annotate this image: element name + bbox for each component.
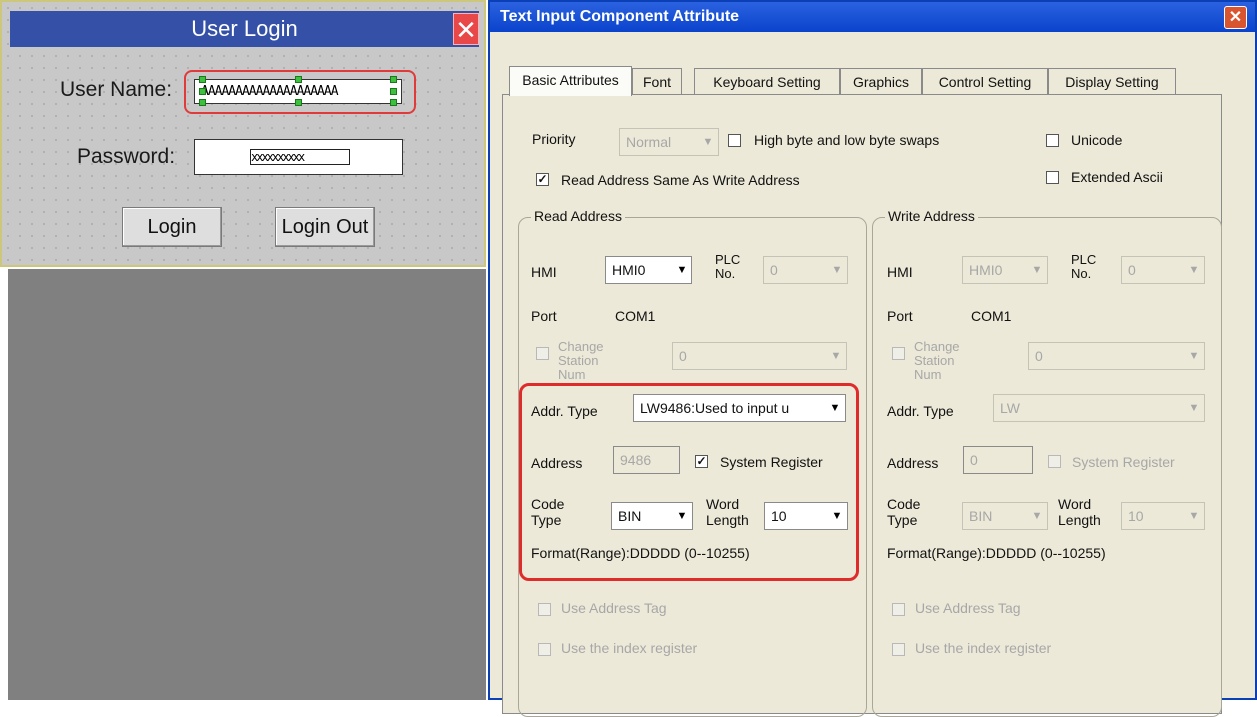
- write-port-label: Port: [887, 308, 913, 324]
- dialog-title: Text Input Component Attribute: [500, 8, 740, 25]
- resize-handle[interactable]: [199, 88, 206, 95]
- chevron-down-icon: ▼: [676, 264, 688, 276]
- dialog-titlebar: Text Input Component Attribute ✕: [490, 2, 1255, 32]
- password-label: Password:: [77, 145, 176, 168]
- write-word-length-value: 10: [1128, 508, 1144, 524]
- resize-handle[interactable]: [295, 76, 302, 83]
- read-use-index-label: Use the index register: [561, 640, 698, 656]
- login-titlebar: User Login ✕: [10, 11, 479, 47]
- read-plc-value: 0: [770, 262, 778, 278]
- unicode-label: Unicode: [1071, 132, 1123, 148]
- editor-canvas: User Login ✕ User Name: AAAAAAAAAAAAAAAA…: [0, 0, 486, 700]
- chevron-down-icon: ▼: [1188, 350, 1200, 362]
- write-address-label: Address: [887, 455, 939, 471]
- password-mask: xxxxxxxxxx: [250, 149, 350, 165]
- password-input[interactable]: xxxxxxxxxx: [194, 139, 403, 175]
- tab-keyboard-setting[interactable]: Keyboard Setting: [694, 68, 840, 94]
- close-icon[interactable]: ✕: [1224, 6, 1247, 29]
- resize-handle[interactable]: [390, 99, 397, 106]
- write-format-text: Format(Range):DDDDD (0--10255): [887, 545, 1106, 561]
- write-addr-type-select[interactable]: LW: [993, 394, 1205, 422]
- write-station-value: 0: [1035, 348, 1043, 364]
- username-label: User Name:: [60, 78, 173, 101]
- read-use-tag-checkbox[interactable]: [538, 603, 551, 616]
- write-station-select[interactable]: 0: [1028, 342, 1205, 370]
- chevron-down-icon: ▼: [831, 264, 843, 276]
- write-system-register-checkbox[interactable]: [1048, 455, 1061, 468]
- tab-control-setting[interactable]: Control Setting: [922, 68, 1048, 94]
- tab-graphics[interactable]: Graphics: [840, 68, 922, 94]
- write-hmi-value: HMI0: [969, 262, 1003, 278]
- read-station-value: 0: [679, 348, 687, 364]
- byte-swap-checkbox[interactable]: [728, 134, 741, 147]
- chevron-down-icon: ▼: [1188, 402, 1200, 414]
- read-plc-label: PLC No.: [715, 252, 741, 281]
- chevron-down-icon: ▼: [830, 350, 842, 362]
- read-same-checkbox[interactable]: ✓: [536, 173, 549, 186]
- extended-ascii-label: Extended Ascii: [1071, 169, 1163, 185]
- tab-display-setting[interactable]: Display Setting: [1048, 68, 1176, 94]
- read-same-label: Read Address Same As Write Address: [561, 172, 800, 188]
- write-code-type-value: BIN: [969, 508, 993, 524]
- chevron-down-icon: ▼: [1031, 264, 1043, 276]
- tab-font[interactable]: Font: [632, 68, 682, 94]
- read-hmi-value: HMI0: [612, 262, 646, 278]
- read-port-label: Port: [531, 308, 557, 324]
- unicode-checkbox[interactable]: [1046, 134, 1059, 147]
- resize-handle[interactable]: [390, 76, 397, 83]
- priority-label: Priority: [532, 131, 576, 147]
- close-icon[interactable]: ✕: [453, 13, 479, 45]
- write-change-station-checkbox[interactable]: [892, 347, 905, 360]
- chevron-down-icon: ▼: [702, 136, 714, 148]
- resize-handle[interactable]: [199, 76, 206, 83]
- resize-handle[interactable]: [390, 88, 397, 95]
- write-port-value: COM1: [971, 308, 1012, 324]
- read-address-title: Read Address: [531, 208, 625, 224]
- extended-ascii-checkbox[interactable]: [1046, 171, 1059, 184]
- write-hmi-label: HMI: [887, 264, 913, 280]
- read-hmi-label: HMI: [531, 264, 557, 280]
- chevron-down-icon: ▼: [1188, 264, 1200, 276]
- user-login-window: User Login ✕ User Name: AAAAAAAAAAAAAAAA…: [0, 0, 486, 267]
- write-use-tag-checkbox[interactable]: [892, 603, 905, 616]
- chevron-down-icon: ▼: [1031, 510, 1043, 522]
- resize-handle[interactable]: [199, 99, 206, 106]
- write-use-index-checkbox[interactable]: [892, 643, 905, 656]
- write-use-tag-label: Use Address Tag: [915, 600, 1021, 616]
- write-change-station-label: Change Station Num: [914, 339, 960, 382]
- tab-strip: Basic Attributes Font Keyboard Setting G…: [509, 66, 1199, 96]
- write-code-type-label: Code Type: [887, 496, 921, 528]
- write-system-register-label: System Register: [1072, 454, 1175, 470]
- write-use-index-label: Use the index register: [915, 640, 1052, 656]
- write-addr-type-value: LW: [1000, 400, 1020, 416]
- read-change-station-checkbox[interactable]: [536, 347, 549, 360]
- login-button[interactable]: Login: [122, 207, 222, 247]
- write-address-title: Write Address: [885, 208, 978, 224]
- read-port-value: COM1: [615, 308, 656, 324]
- chevron-down-icon: ▼: [1188, 510, 1200, 522]
- priority-value: Normal: [626, 134, 672, 150]
- write-plc-value: 0: [1128, 262, 1136, 278]
- canvas-background: [8, 269, 486, 700]
- resize-handle[interactable]: [295, 99, 302, 106]
- tab-basic-attributes[interactable]: Basic Attributes: [509, 66, 632, 96]
- write-address-input[interactable]: 0: [963, 446, 1033, 474]
- byte-swap-label: High byte and low byte swaps: [754, 132, 940, 148]
- logout-button[interactable]: Login Out: [275, 207, 375, 247]
- write-plc-label: PLC No.: [1071, 252, 1097, 281]
- write-addr-type-label: Addr. Type: [887, 403, 954, 419]
- write-word-length-label: Word Length: [1058, 496, 1101, 528]
- read-change-station-label: Change Station Num: [558, 339, 604, 382]
- read-use-index-checkbox[interactable]: [538, 643, 551, 656]
- read-use-tag-label: Use Address Tag: [561, 600, 667, 616]
- highlight-annotation: [519, 383, 859, 581]
- read-station-select[interactable]: 0: [672, 342, 847, 370]
- login-title: User Login: [191, 16, 298, 41]
